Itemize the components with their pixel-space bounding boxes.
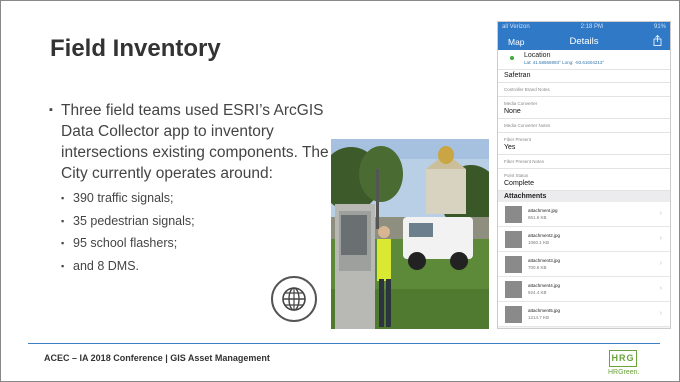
attachment-thumbnail	[505, 231, 522, 248]
share-icon[interactable]	[653, 34, 662, 48]
location-pin-icon	[510, 56, 514, 60]
attachment-row[interactable]: attachment3.jpg 700.6 KB ›	[498, 252, 670, 277]
attachment-thumbnail	[505, 206, 522, 223]
bullet-marker: ▪	[61, 193, 65, 203]
chevron-right-icon: ›	[659, 235, 662, 242]
attachments-header: Attachments	[498, 191, 670, 202]
attachment-name: attachment4.jpg	[528, 283, 561, 288]
sub-bullet-text: and 8 DMS.	[73, 258, 140, 273]
field-value: None	[504, 108, 521, 115]
attachment-name: attachment5.jpg	[528, 308, 561, 313]
sub-bullet-text: 95 school flashers;	[73, 236, 178, 250]
attachment-size: 1214.7 KB	[528, 315, 550, 320]
logo-mark: HRG	[609, 350, 637, 367]
bullet-marker: ▪	[61, 215, 65, 226]
field-media-converter-notes[interactable]: Media Converter Notes	[498, 119, 670, 133]
attachment-thumbnail	[505, 306, 522, 323]
location-row[interactable]: Location Lat: 41.58566993° Long: -93.616…	[498, 50, 670, 70]
globe-icon	[271, 276, 317, 322]
details-panel: Location Lat: 41.58566993° Long: -93.616…	[498, 50, 670, 327]
attachment-thumbnail	[505, 281, 522, 298]
attachment-thumbnail	[505, 256, 522, 273]
nav-title: Details	[569, 36, 599, 47]
carrier-label: all Verizon	[502, 24, 530, 30]
footer-divider	[28, 343, 660, 344]
attachment-row[interactable]: attachment2.jpg 1060.1 KB ›	[498, 227, 670, 252]
bullet-list: ▪ Three field teams used ESRI’s ArcGIS D…	[49, 100, 339, 277]
logo-text: HRGreen.	[608, 369, 640, 376]
main-bullet: ▪ Three field teams used ESRI’s ArcGIS D…	[49, 100, 339, 184]
field-controller-brand-notes[interactable]: Controller Brand Notes	[498, 83, 670, 97]
nav-bar: Map Details	[498, 32, 670, 50]
sub-bullet-text: 35 pedestrian signals;	[73, 213, 195, 228]
field-fiber-present[interactable]: Fiber Present Yes	[498, 133, 670, 155]
chevron-right-icon: ›	[659, 260, 662, 267]
attachment-size: 924.4 KB	[528, 290, 547, 295]
field-media-converter[interactable]: Media Converter None	[498, 97, 670, 119]
field-value: Safetran	[504, 72, 531, 79]
location-coords: Lat: 41.58566993° Long: -93.61604213°	[524, 60, 605, 65]
bullet-marker: ▪	[61, 260, 65, 271]
field-value: Yes	[504, 144, 516, 151]
phone-screenshot: all Verizon 2:18 PM 91% Map Details Loca…	[497, 21, 671, 329]
chevron-right-icon: ›	[659, 210, 662, 217]
attachment-row[interactable]: attachment5.jpg 1214.7 KB ›	[498, 302, 670, 327]
field-fiber-present-notes[interactable]: Fiber Present Notes	[498, 155, 670, 169]
sub-bullet: ▪ and 8 DMS.	[49, 255, 339, 278]
sub-bullet-list: ▪ 390 traffic signals; ▪ 35 pedestrian sig…	[49, 187, 339, 277]
field-point-status[interactable]: Point Status Complete	[498, 169, 670, 191]
field-label: Fiber Present Notes	[504, 159, 545, 164]
attachment-name: attachment3.jpg	[528, 258, 561, 263]
location-label: Location	[524, 52, 551, 59]
attachment-size: 700.6 KB	[528, 265, 547, 270]
bullet-marker: ▪	[61, 238, 65, 248]
attachment-size: 1060.1 KB	[528, 240, 550, 245]
sub-bullet-text: 390 traffic signals;	[73, 191, 174, 205]
field-photo	[331, 139, 489, 329]
main-bullet-text: Three field teams used ESRI’s ArcGIS Dat…	[61, 102, 329, 182]
field-value: Complete	[504, 180, 534, 187]
battery-label: 91%	[653, 24, 666, 30]
footer-text: ACEC – IA 2018 Conference | GIS Asset Ma…	[44, 353, 270, 363]
sub-bullet: ▪ 35 pedestrian signals;	[49, 210, 339, 233]
clock-label: 2:18 PM	[580, 24, 604, 30]
chevron-right-icon: ›	[659, 310, 662, 317]
hrgreen-logo: HRG HRGreen.	[605, 350, 655, 380]
sub-bullet: ▪ 95 school flashers;	[49, 232, 339, 255]
chevron-right-icon: ›	[659, 285, 662, 292]
slide: Field Inventory ▪ Three field teams used…	[0, 0, 680, 382]
attachment-row[interactable]: attachment4.jpg 924.4 KB ›	[498, 277, 670, 302]
sub-bullet: ▪ 390 traffic signals;	[49, 187, 339, 210]
attachment-size: 861.6 KB	[528, 215, 547, 220]
status-bar: all Verizon 2:18 PM 91%	[498, 22, 670, 32]
field-controller-brand[interactable]: Safetran	[498, 70, 670, 83]
field-label: Media Converter Notes	[504, 123, 551, 128]
attachment-name: attachment.jpg	[528, 208, 558, 213]
attachment-name: attachment2.jpg	[528, 233, 561, 238]
bullet-marker: ▪	[49, 104, 53, 116]
field-label: Controller Brand Notes	[504, 87, 550, 92]
slide-title: Field Inventory	[50, 35, 221, 62]
attachment-row[interactable]: attachment.jpg 861.6 KB ›	[498, 202, 670, 227]
